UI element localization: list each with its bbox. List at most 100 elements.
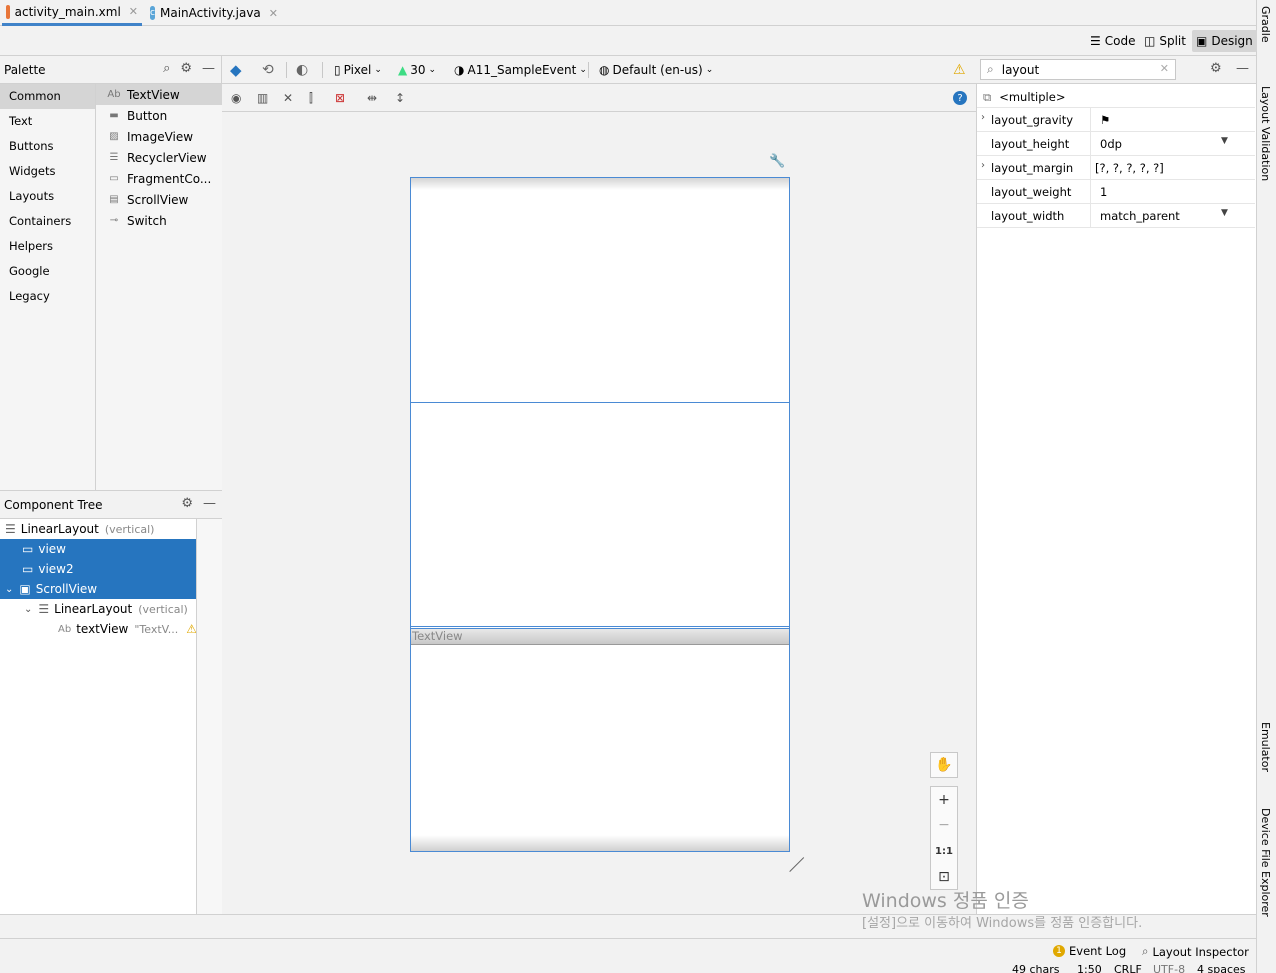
palette-item-recyclerview[interactable]: ☰ RecyclerView [96,147,222,168]
status-indent[interactable]: 4 spaces [1197,963,1246,973]
eye-icon[interactable]: ◉ [231,89,241,107]
status-chars: 49 chars [1012,963,1060,973]
infer-constraints-icon[interactable]: ⫿ [309,89,313,107]
category-helpers[interactable]: Helpers [0,234,95,259]
clear-icon[interactable]: ✕ [1160,62,1169,75]
chevron-down-icon[interactable]: ⌄ [24,604,32,615]
gear-icon[interactable]: ⚙ [181,496,193,511]
layers-icon[interactable]: ◆ [230,61,242,79]
code-mode-button[interactable]: ☰ Code [1086,30,1140,52]
attr-row-layout-gravity[interactable]: › layout_gravity ⚑ [977,108,1255,132]
attr-row-layout-margin[interactable]: › layout_margin [?, ?, ?, ?, ?] [977,156,1255,180]
minimize-icon[interactable]: — [203,496,216,511]
pack-horizontal-icon[interactable]: ⇹ [367,89,377,107]
textview-preview[interactable]: TextView [411,628,789,645]
layout-validation-tool-button[interactable]: Layout Validation [1259,86,1272,181]
category-text[interactable]: Text [0,109,95,134]
design-mode-button[interactable]: ▣ Design [1192,30,1257,52]
attribute-search-input[interactable]: ⌕ layout ✕ [980,59,1176,80]
chevron-right-icon[interactable]: › [981,160,985,171]
pack-vertical-icon[interactable]: ↕ [395,89,405,107]
search-icon[interactable]: ⌕ [163,61,170,76]
attr-value[interactable]: [?, ?, ?, ?, ?] [1090,156,1240,179]
scrollview-block[interactable] [411,645,789,851]
tree-node-linearlayout-nested[interactable]: ⌄ ☰ LinearLayout (vertical) [0,599,196,619]
dropdown-arrow-icon[interactable]: ▼ [1221,136,1228,146]
category-legacy[interactable]: Legacy [0,284,95,309]
palette-item-switch[interactable]: ⊸ Switch [96,210,222,231]
event-log-badge: 1 [1053,945,1065,957]
android-icon: ▲ [398,63,408,77]
category-buttons[interactable]: Buttons [0,134,95,159]
device-preview[interactable]: TextView [410,177,790,852]
tree-node-textview[interactable]: Ab textView "TextV... ⚠ [0,619,197,639]
emulator-tool-button[interactable]: Emulator [1259,722,1272,772]
view2-block[interactable] [411,403,789,627]
tree-scrollbar[interactable] [196,519,222,915]
pan-hand-icon[interactable]: ✋ [930,752,958,778]
windows-activation-title: Windows 정품 인증 [862,890,1029,912]
help-icon[interactable]: ? [953,91,967,105]
category-google[interactable]: Google [0,259,95,284]
tab-mainactivity-java[interactable]: c MainActivity.java ✕ [146,0,282,26]
minimize-icon[interactable]: — [202,61,215,76]
palette-item-button[interactable]: ▬ Button [96,105,222,126]
palette-item-scrollview[interactable]: ▤ ScrollView [96,189,222,210]
view-block[interactable] [411,178,789,403]
zoom-one-to-one-button[interactable]: 1:1 [930,838,958,864]
attr-row-layout-width[interactable]: layout_width match_parent ▼ [977,204,1255,228]
tree-node-view2[interactable]: ▭ view2 [0,559,196,579]
chevron-right-icon[interactable]: › [981,112,985,123]
palette-item-label: TextView [127,87,180,102]
category-widgets[interactable]: Widgets [0,159,95,184]
attr-name: layout_weight [991,185,1072,199]
clear-constraints-icon[interactable]: ⊠ [335,89,345,107]
status-line-separator[interactable]: CRLF [1114,963,1142,973]
status-encoding[interactable]: UTF-8 [1153,963,1185,973]
tree-node-linearlayout[interactable]: ☰ LinearLayout (vertical) [0,519,196,539]
zoom-out-button[interactable]: − [930,812,958,838]
gear-icon[interactable]: ⚙ [1210,61,1222,76]
wrench-icon[interactable]: 🔧 [769,154,785,169]
attr-value[interactable]: ⚑ [1090,108,1240,131]
category-containers[interactable]: Containers [0,209,95,234]
attr-row-layout-height[interactable]: layout_height 0dp ▼ [977,132,1255,156]
gradle-tool-button[interactable]: Gradle [1259,6,1272,43]
image-icon: ▣ [1196,34,1208,48]
gear-icon[interactable]: ⚙ [180,61,192,76]
locale-selector[interactable]: ◍ Default (en-us) ⌄ [599,61,713,79]
attr-value[interactable]: 0dp [1090,132,1240,155]
theme-selector[interactable]: ◑ A11_SampleEvent ⌄ [454,61,587,79]
palette-item-fragmentcontainer[interactable]: ▭ FragmentCo... [96,168,222,189]
tab-activity-main-xml[interactable]: activity_main.xml ✕ [2,0,142,26]
warning-icon[interactable]: ⚠ [953,61,966,79]
device-file-explorer-tool-button[interactable]: Device File Explorer [1259,808,1272,917]
close-icon[interactable]: ✕ [129,5,138,18]
tree-node-label: LinearLayout [54,602,133,616]
split-mode-button[interactable]: ◫ Split [1140,30,1190,52]
device-selector[interactable]: ▯ Pixel ⌄ [334,61,382,79]
close-icon[interactable]: ✕ [269,7,278,20]
status-position[interactable]: 1:50 [1077,963,1102,973]
dropdown-arrow-icon[interactable]: ▼ [1221,208,1228,218]
margins-icon[interactable]: ▥ [257,89,268,107]
night-mode-icon[interactable]: ◐ [296,61,308,79]
category-layouts[interactable]: Layouts [0,184,95,209]
layout-inspector-button[interactable]: ⌕ Layout Inspector [1142,944,1249,959]
tree-node-scrollview[interactable]: ⌄ ▣ ScrollView [0,579,196,599]
attr-row-layout-weight[interactable]: layout_weight 1 [977,180,1255,204]
api-selector[interactable]: ▲ 30 ⌄ [398,61,436,79]
orientation-icon[interactable]: ⟲ [262,61,274,79]
attr-value[interactable]: match_parent [1090,204,1240,227]
chevron-down-icon[interactable]: ⌄ [5,584,13,595]
category-common[interactable]: Common [0,84,95,109]
tree-node-view[interactable]: ▭ view [0,539,196,559]
zoom-in-button[interactable]: + [930,786,958,812]
minimize-icon[interactable]: — [1236,61,1249,76]
palette-item-imageview[interactable]: ▨ ImageView [96,126,222,147]
event-log-button[interactable]: 1 Event Log [1053,944,1126,958]
attr-value[interactable]: 1 [1090,180,1240,203]
palette-item-textview[interactable]: Ab TextView [96,84,222,105]
magnet-off-icon[interactable]: ✕ [283,89,293,107]
palette-item-label: ImageView [127,129,194,144]
